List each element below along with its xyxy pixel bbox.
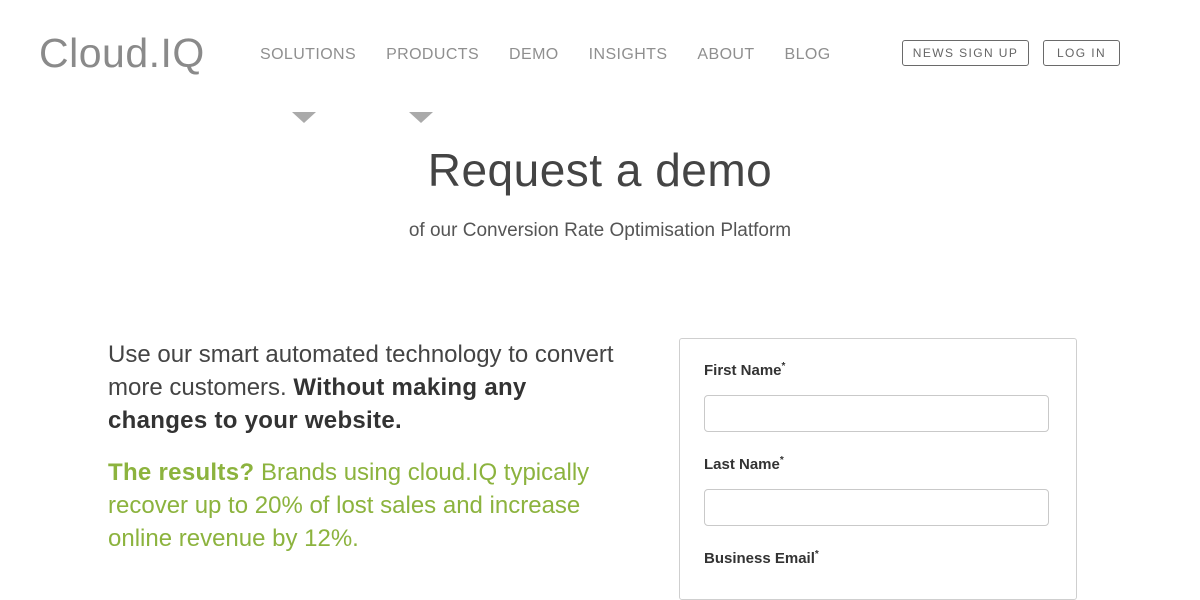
site-header: Cloud.IQ SOLUTIONS PRODUCTS DEMO INSIGHT… bbox=[0, 0, 1200, 110]
news-signup-button[interactable]: NEWS SIGN UP bbox=[902, 40, 1029, 66]
business-email-label-text: Business Email bbox=[704, 550, 815, 567]
products-dropdown-caret-icon bbox=[409, 112, 433, 123]
last-name-label-text: Last Name bbox=[704, 456, 780, 473]
nav-products[interactable]: PRODUCTS bbox=[386, 44, 479, 66]
first-name-field[interactable] bbox=[704, 395, 1049, 432]
required-mark: * bbox=[781, 361, 786, 372]
required-mark: * bbox=[779, 455, 784, 466]
first-name-label: First Name* bbox=[704, 361, 785, 379]
nav-blog[interactable]: BLOG bbox=[785, 44, 831, 66]
first-name-label-text: First Name bbox=[704, 362, 782, 379]
page-subtitle: of our Conversion Rate Optimisation Plat… bbox=[408, 220, 792, 241]
main-nav: SOLUTIONS PRODUCTS DEMO INSIGHTS ABOUT B… bbox=[260, 44, 861, 66]
login-button[interactable]: LOG IN bbox=[1043, 40, 1120, 66]
cloudiq-logo[interactable]: Cloud.IQ bbox=[39, 28, 205, 78]
nav-insights[interactable]: INSIGHTS bbox=[589, 44, 668, 66]
nav-about[interactable]: ABOUT bbox=[697, 44, 754, 66]
solutions-dropdown-caret-icon bbox=[292, 112, 316, 123]
results-text: The results? Brands using cloud.IQ typic… bbox=[108, 456, 628, 555]
demo-request-form: First Name* Last Name* Business Email* bbox=[679, 338, 1077, 600]
page-title: Request a demo bbox=[427, 144, 773, 196]
required-mark: * bbox=[814, 549, 819, 560]
last-name-label: Last Name* bbox=[704, 455, 784, 473]
last-name-field[interactable] bbox=[704, 489, 1049, 526]
results-lead: The results? bbox=[108, 459, 255, 486]
intro-text: Use our smart automated technology to co… bbox=[108, 338, 628, 437]
nav-demo[interactable]: DEMO bbox=[509, 44, 559, 66]
business-email-label: Business Email* bbox=[704, 549, 819, 567]
nav-solutions[interactable]: SOLUTIONS bbox=[260, 44, 356, 66]
